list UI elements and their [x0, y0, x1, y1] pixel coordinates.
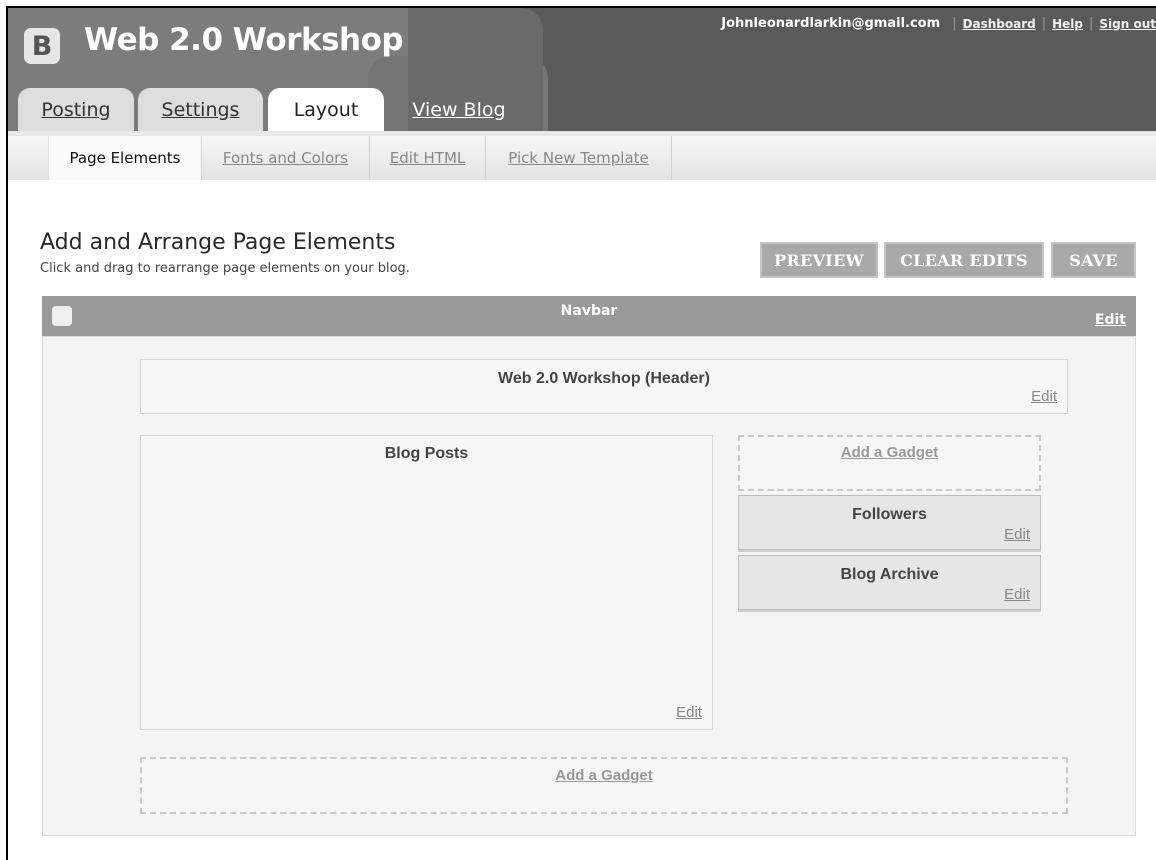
blog-archive-edit-link[interactable]: Edit — [1004, 586, 1030, 603]
blog-title: Web 2.0 Workshop — [84, 22, 404, 58]
sidebar-add-gadget[interactable]: Add a Gadget — [738, 435, 1041, 491]
separator: | — [1089, 16, 1094, 31]
followers-edit-link[interactable]: Edit — [1004, 526, 1030, 543]
subtab-label: Edit HTML — [389, 149, 466, 167]
widget-title: Followers — [852, 506, 927, 523]
subtab-bar: Page Elements Fonts and Colors Edit HTML… — [8, 136, 1156, 180]
subtab-fonts-and-colors[interactable]: Fonts and Colors — [202, 136, 370, 180]
element-title: Blog Posts — [384, 445, 469, 462]
layout-canvas: Web 2.0 Workshop (Header) Edit Blog Post… — [42, 336, 1136, 836]
navbar-element: Navbar Edit — [42, 296, 1136, 336]
blog-archive-widget[interactable]: Blog Archive Edit — [738, 555, 1041, 610]
tab-posting[interactable]: Posting — [18, 88, 134, 131]
blogger-logo-icon[interactable]: B — [24, 28, 60, 64]
subtab-pick-new-template[interactable]: Pick New Template — [486, 136, 672, 180]
page-title: Add and Arrange Page Elements — [40, 230, 396, 255]
clear-edits-button[interactable]: CLEAR EDITS — [884, 242, 1044, 278]
separator: | — [952, 16, 957, 31]
footer-add-gadget[interactable]: Add a Gadget — [140, 757, 1068, 814]
sign-out-link[interactable]: Sign out — [1099, 17, 1156, 31]
blog-posts-edit-link[interactable]: Edit — [676, 704, 702, 721]
user-email: Johnleonardlarkin@gmail.com — [721, 16, 941, 31]
navbar-title: Navbar — [560, 303, 618, 319]
subtab-edit-html[interactable]: Edit HTML — [370, 136, 486, 180]
subtab-label: Pick New Template — [508, 149, 649, 167]
page-subtitle: Click and drag to rearrange page element… — [40, 261, 410, 276]
save-button[interactable]: SAVE — [1051, 242, 1136, 278]
followers-widget[interactable]: Followers Edit — [738, 495, 1041, 550]
tab-view-blog[interactable]: View Blog — [396, 88, 522, 131]
separator: | — [1041, 16, 1047, 31]
header-edit-link[interactable]: Edit — [1031, 388, 1057, 405]
tab-label: Settings — [161, 98, 240, 121]
user-bar: Johnleonardlarkin@gmail.com | Dashboard … — [721, 16, 1156, 31]
add-gadget-link[interactable]: Add a Gadget — [740, 444, 1039, 461]
widget-title: Blog Archive — [840, 566, 939, 583]
blog-posts-element[interactable]: Blog Posts Edit — [140, 435, 713, 730]
dashboard-link[interactable]: Dashboard — [963, 17, 1036, 31]
help-link[interactable]: Help — [1052, 17, 1083, 31]
tab-label: Layout — [293, 98, 359, 121]
subtab-page-elements[interactable]: Page Elements — [48, 136, 202, 180]
element-title: Web 2.0 Workshop (Header) — [498, 370, 710, 387]
tab-layout[interactable]: Layout — [268, 88, 384, 131]
header-element[interactable]: Web 2.0 Workshop (Header) Edit — [140, 359, 1068, 414]
preview-button[interactable]: PREVIEW — [760, 242, 878, 278]
tab-settings[interactable]: Settings — [138, 88, 263, 131]
blogger-layout-window: B Web 2.0 Workshop Johnleonardlarkin@gma… — [6, 6, 1156, 860]
tab-label: View Blog — [412, 98, 506, 121]
subtab-label: Fonts and Colors — [222, 149, 349, 167]
add-gadget-link[interactable]: Add a Gadget — [142, 767, 1066, 784]
top-header: B Web 2.0 Workshop Johnleonardlarkin@gma… — [8, 8, 1156, 131]
navbar-edit-link[interactable]: Edit — [1095, 312, 1126, 328]
tab-label: Posting — [41, 98, 111, 121]
subtab-label: Page Elements — [69, 149, 181, 167]
